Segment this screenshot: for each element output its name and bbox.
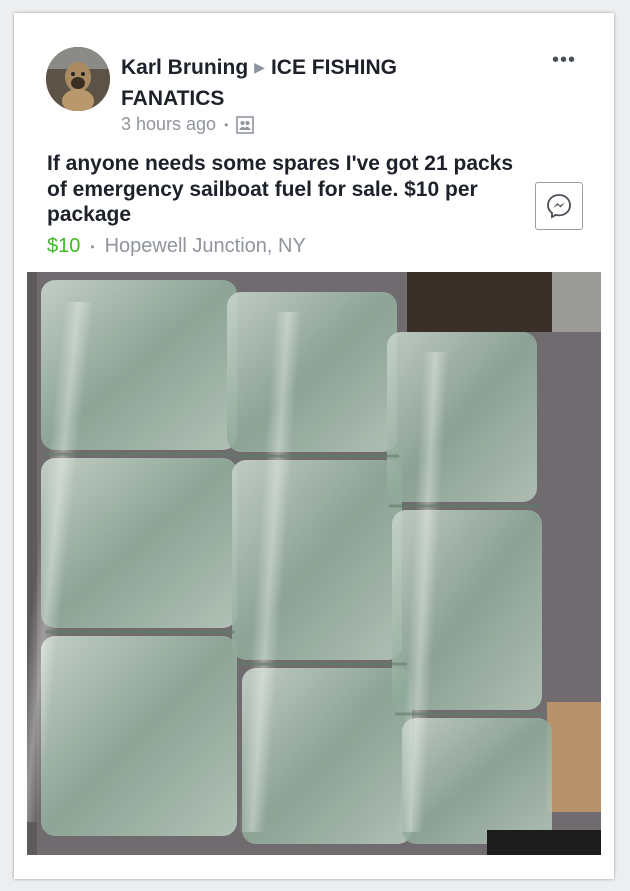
- listing-details: $10 • Hopewell Junction, NY: [47, 235, 306, 258]
- author-name[interactable]: Karl Bruning: [121, 56, 248, 79]
- listing-photo[interactable]: [27, 272, 601, 855]
- post-timestamp[interactable]: 3 hours ago: [121, 114, 216, 135]
- separator-dot: •: [224, 117, 229, 132]
- author-group-line: Karl Bruning ▶ ICE FISHING FANATICS: [121, 53, 491, 113]
- messenger-button[interactable]: [535, 182, 583, 230]
- post-body-text: If anyone needs some spares I've got 21 …: [47, 152, 514, 226]
- separator-dot: •: [90, 239, 95, 254]
- messenger-icon: [547, 194, 571, 219]
- post-card: Karl Bruning ▶ ICE FISHING FANATICS ••• 3 …: [14, 13, 614, 879]
- air-pillow-packs-image: [27, 272, 601, 855]
- group-photo-icon: [236, 115, 255, 134]
- listing-price: $10: [47, 235, 81, 257]
- listing-location: Hopewell Junction, NY: [104, 235, 306, 257]
- more-options-icon[interactable]: •••: [552, 49, 576, 72]
- dog-avatar-image: [46, 47, 110, 111]
- arrow-right-icon: ▶: [254, 59, 265, 75]
- author-avatar[interactable]: [46, 47, 110, 111]
- post-meta: 3 hours ago •: [121, 114, 255, 135]
